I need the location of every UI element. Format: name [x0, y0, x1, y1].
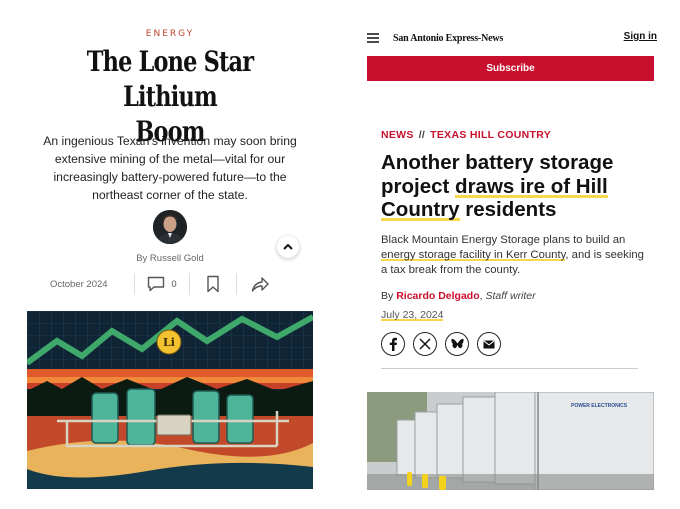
breadcrumb-separator: // — [418, 129, 426, 141]
author-avatar[interactable] — [153, 210, 187, 244]
publish-date: October 2024 — [50, 278, 108, 290]
signin-link[interactable]: Sign in — [624, 31, 657, 42]
comment-icon — [148, 276, 165, 292]
masthead-logo[interactable]: San Antonio Express-News — [393, 33, 503, 44]
author-link[interactable]: Ricardo Delgado — [396, 290, 479, 302]
share-email-button[interactable] — [477, 332, 501, 356]
article-headline: Another battery storage project draws ir… — [381, 151, 651, 222]
left-article: ENERGY The Lone Star Lithium Boom An ing… — [0, 0, 345, 509]
publish-date-text: July 23, 2024 — [381, 309, 444, 321]
site-header: San Antonio Express-News Sign in — [367, 28, 657, 48]
chevron-up-icon — [283, 243, 293, 250]
bluesky-icon — [450, 338, 464, 349]
facebook-icon — [389, 337, 397, 351]
divider — [381, 368, 638, 369]
article-dek: An ingenious Texan’s invention may soon … — [43, 134, 297, 202]
scroll-up-button[interactable] — [277, 236, 299, 258]
share-bluesky-button[interactable] — [445, 332, 469, 356]
byline-prefix: By — [381, 290, 394, 302]
headline-line-1: The Lone Star Lithium — [86, 45, 254, 113]
publish-date: July 23, 2024 — [381, 309, 444, 321]
dek-highlight: energy storage facility in Kerr County — [381, 249, 566, 261]
author-role: Staff writer — [485, 290, 536, 302]
battery-storage-photo: POWER ELECTRONICS — [367, 392, 654, 490]
comments-button[interactable]: 0 — [135, 271, 189, 297]
right-article: San Antonio Express-News Sign in Subscri… — [347, 0, 680, 509]
email-icon — [483, 339, 495, 348]
menu-icon[interactable] — [367, 33, 379, 43]
article-meta-row: October 2024 0 — [50, 271, 290, 297]
share-icon — [251, 277, 269, 292]
subscribe-button[interactable]: Subscribe — [367, 56, 654, 81]
share-button[interactable] — [237, 271, 283, 297]
bookmark-icon — [207, 275, 219, 293]
section-kicker[interactable]: ENERGY — [0, 29, 340, 39]
lithium-badge: Li — [163, 336, 175, 349]
share-x-button[interactable] — [413, 332, 437, 356]
bookmark-button[interactable] — [190, 271, 236, 297]
dek-part-1: Black Mountain Energy Storage plans to b… — [381, 234, 626, 246]
share-buttons — [381, 332, 501, 356]
x-icon — [419, 338, 431, 350]
article-dek: Black Mountain Energy Storage plans to b… — [381, 233, 649, 278]
lithium-illustration: Li — [27, 311, 313, 489]
section-news[interactable]: NEWS — [381, 129, 414, 141]
photo-brand-label: POWER ELECTRONICS — [571, 403, 628, 409]
share-facebook-button[interactable] — [381, 332, 405, 356]
section-topic[interactable]: TEXAS HILL COUNTRY — [430, 129, 551, 141]
comment-count: 0 — [171, 278, 177, 290]
section-breadcrumb: NEWS // TEXAS HILL COUNTRY — [381, 129, 551, 141]
headline-part-3: residents — [459, 198, 557, 221]
author-byline: By Ricardo Delgado, Staff writer — [381, 290, 536, 302]
